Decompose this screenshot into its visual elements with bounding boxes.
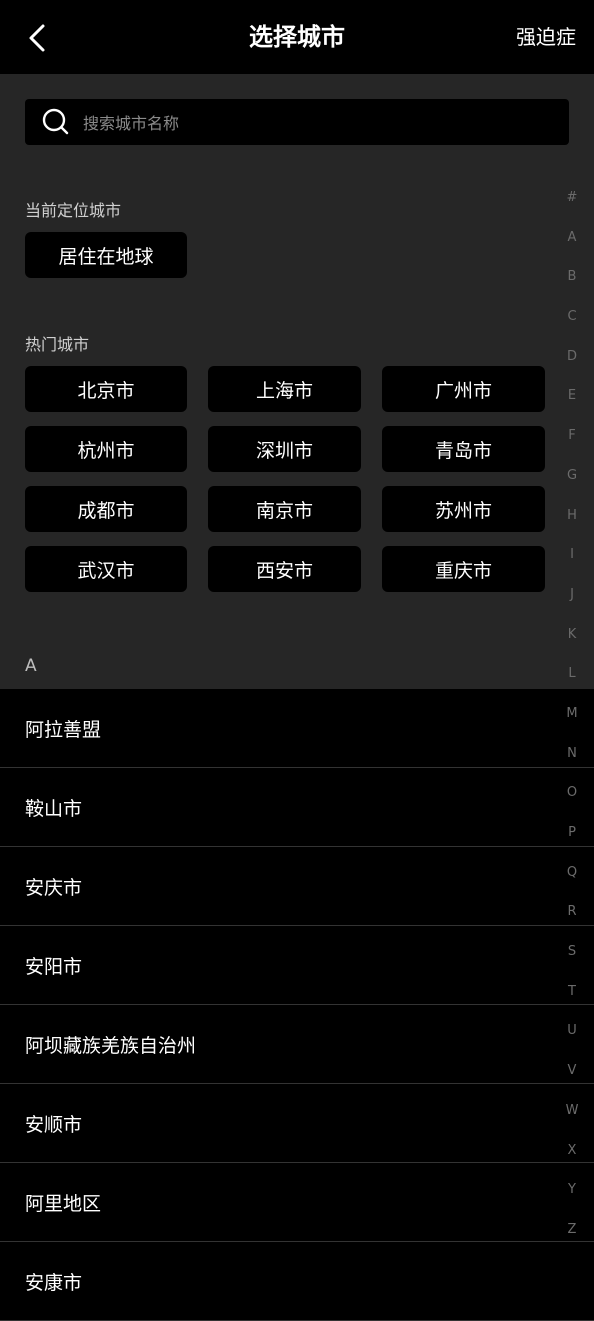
index-letter[interactable]: J <box>570 585 574 605</box>
index-letter[interactable]: X <box>568 1141 577 1161</box>
hot-city-button[interactable]: 广州市 <box>382 366 545 412</box>
index-letter[interactable]: C <box>567 307 576 327</box>
list-item[interactable]: 安康市 <box>0 1242 594 1321</box>
hot-city-button[interactable]: 深圳市 <box>208 426 361 472</box>
index-letter[interactable]: W <box>566 1101 579 1121</box>
index-letter[interactable]: P <box>568 823 576 843</box>
index-letter[interactable]: D <box>567 347 577 367</box>
index-letter[interactable]: A <box>568 228 577 248</box>
list-item[interactable]: 鞍山市 <box>0 768 594 847</box>
list-item[interactable]: 阿里地区 <box>0 1163 594 1242</box>
search-icon <box>42 108 69 135</box>
page-title: 选择城市 <box>249 23 345 51</box>
current-location-label: 当前定位城市 <box>25 201 122 220</box>
top-bar: 选择城市 强迫症 <box>0 0 594 74</box>
hot-city-button[interactable]: 上海市 <box>208 366 361 412</box>
search-placeholder: 搜索城市名称 <box>83 114 180 133</box>
hot-city-button[interactable]: 重庆市 <box>382 546 545 592</box>
city-list: 阿拉善盟 鞍山市 安庆市 安阳市 阿坝藏族羌族自治州 安顺市 阿里地区 安康市 <box>0 689 594 1321</box>
list-item[interactable]: 安顺市 <box>0 1084 594 1163</box>
list-item[interactable]: 阿坝藏族羌族自治州 <box>0 1005 594 1084</box>
hot-city-button[interactable]: 南京市 <box>208 486 361 532</box>
index-letter[interactable]: F <box>568 426 575 446</box>
hot-city-button[interactable]: 西安市 <box>208 546 361 592</box>
index-letter[interactable]: E <box>568 386 576 406</box>
index-letter[interactable]: # <box>567 188 578 208</box>
hot-cities-label: 热门城市 <box>25 335 90 354</box>
hot-city-button[interactable]: 苏州市 <box>382 486 545 532</box>
list-item[interactable]: 安阳市 <box>0 926 594 1005</box>
hot-city-button[interactable]: 青岛市 <box>382 426 545 472</box>
index-letter[interactable]: Q <box>567 863 577 883</box>
current-city-button[interactable]: 居住在地球 <box>25 232 187 278</box>
hot-city-button[interactable]: 武汉市 <box>25 546 187 592</box>
search-input[interactable]: 搜索城市名称 <box>25 99 569 145</box>
index-letter[interactable]: N <box>567 744 577 764</box>
index-letter[interactable]: H <box>567 506 577 526</box>
index-letter[interactable]: V <box>568 1061 577 1081</box>
top-panel: 搜索城市名称 当前定位城市 居住在地球 热门城市 北京市 上海市 广州市 杭州市… <box>0 74 594 689</box>
list-item[interactable]: 安庆市 <box>0 847 594 926</box>
index-letter[interactable]: S <box>568 942 576 962</box>
index-letter[interactable]: K <box>568 625 577 645</box>
index-letter[interactable]: Y <box>568 1180 576 1200</box>
index-letter[interactable]: M <box>566 704 577 724</box>
index-letter[interactable]: R <box>567 902 576 922</box>
ocd-button[interactable]: 强迫症 <box>516 22 576 52</box>
index-letter[interactable]: U <box>567 1021 577 1041</box>
index-letter[interactable]: G <box>567 466 577 486</box>
index-letter[interactable]: T <box>568 982 576 1002</box>
section-letter-header: A <box>25 656 37 676</box>
hot-city-button[interactable]: 杭州市 <box>25 426 187 472</box>
alphabet-index[interactable]: # A B C D E F G H I J K L M N O P Q R S … <box>558 188 586 1240</box>
index-letter[interactable]: I <box>570 545 574 565</box>
index-letter[interactable]: Z <box>568 1220 577 1240</box>
list-item[interactable]: 阿拉善盟 <box>0 689 594 768</box>
index-letter[interactable]: L <box>568 664 575 684</box>
index-letter[interactable]: B <box>568 267 577 287</box>
index-letter[interactable]: O <box>567 783 577 803</box>
hot-city-button[interactable]: 成都市 <box>25 486 187 532</box>
hot-cities-grid: 北京市 上海市 广州市 杭州市 深圳市 青岛市 成都市 南京市 苏州市 武汉市 … <box>25 366 545 594</box>
hot-city-button[interactable]: 北京市 <box>25 366 187 412</box>
